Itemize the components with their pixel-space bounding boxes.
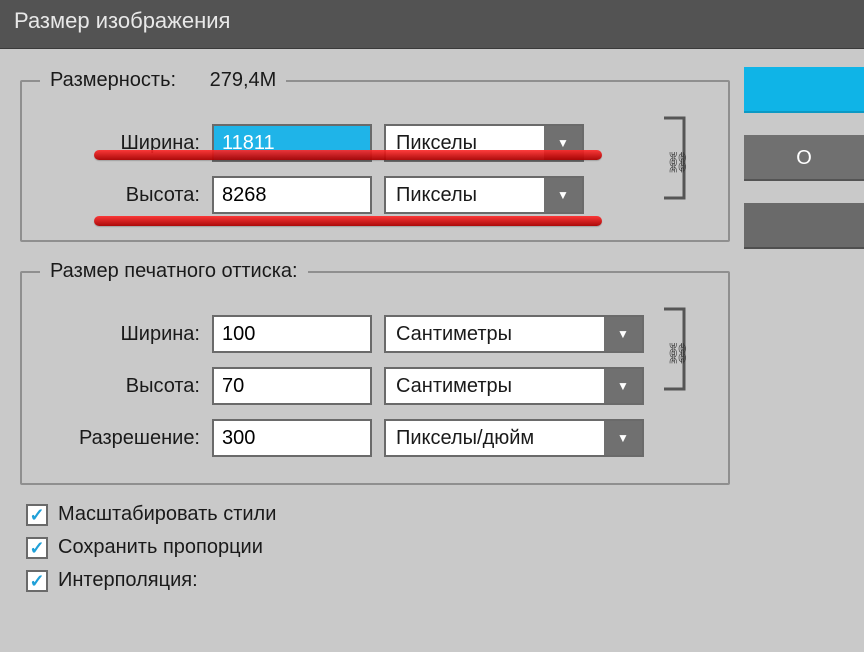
dialog-body: О Размерность: 279,4M Ширина: Пикселы ▼ … [0,49,864,652]
dialog-title: Размер изображения [0,0,864,49]
options-checks: Масштабировать стили Сохранить пропорции… [20,503,844,592]
dimensions-size-value: 279,4M [210,69,277,91]
interpolation-label: Интерполяция: [58,569,198,592]
print-width-unit-text: Сантиметры [386,317,604,351]
scale-styles-checkbox[interactable] [26,504,48,526]
auto-button[interactable] [744,203,864,249]
annotation-redline [94,150,602,160]
chevron-down-icon[interactable]: ▼ [604,369,642,403]
print-res-unit-dropdown[interactable]: Пикселы/дюйм ▼ [384,419,644,457]
print-res-unit-text: Пикселы/дюйм [386,421,604,455]
print-height-label: Высота: [40,375,200,398]
constrain-label: Сохранить пропорции [58,536,263,559]
link-icon[interactable]: ⛓ [664,339,692,367]
scale-styles-label: Масштабировать стили [58,503,276,526]
dimensions-group: Размерность: 279,4M Ширина: Пикселы ▼ Вы… [20,69,730,242]
print-width-label: Ширина: [40,323,200,346]
print-size-group: Размер печатного оттиска: Ширина: Сантим… [20,260,730,485]
constrain-row[interactable]: Сохранить пропорции [26,536,844,559]
dim-height-input[interactable] [212,176,372,214]
print-height-row: Высота: Сантиметры ▼ [40,367,710,405]
print-width-input[interactable] [212,315,372,353]
annotation-redline [94,216,602,226]
chevron-down-icon[interactable]: ▼ [544,178,582,212]
dim-height-label: Высота: [40,184,200,207]
cancel-button[interactable]: О [744,135,864,181]
print-res-input[interactable] [212,419,372,457]
print-res-row: Разрешение: Пикселы/дюйм ▼ [40,419,710,457]
dim-height-row: Высота: Пикселы ▼ [40,176,710,214]
dimensions-legend-label: Размерность: [50,69,176,91]
print-width-unit-dropdown[interactable]: Сантиметры ▼ [384,315,644,353]
print-height-unit-text: Сантиметры [386,369,604,403]
dim-height-unit-dropdown[interactable]: Пикселы ▼ [384,176,584,214]
constrain-checkbox[interactable] [26,537,48,559]
chevron-down-icon[interactable]: ▼ [604,317,642,351]
print-legend: Размер печатного оттиска: [40,260,308,283]
interpolation-checkbox[interactable] [26,570,48,592]
print-width-row: Ширина: Сантиметры ▼ [40,315,710,353]
print-height-input[interactable] [212,367,372,405]
print-height-unit-dropdown[interactable]: Сантиметры ▼ [384,367,644,405]
print-res-label: Разрешение: [40,427,200,450]
scale-styles-row[interactable]: Масштабировать стили [26,503,844,526]
interpolation-row[interactable]: Интерполяция: [26,569,844,592]
chevron-down-icon[interactable]: ▼ [604,421,642,455]
dimensions-legend: Размерность: 279,4M [40,69,286,92]
link-icon[interactable]: ⛓ [664,148,692,176]
dim-height-unit-text: Пикселы [386,178,544,212]
ok-button[interactable] [744,67,864,113]
button-strip: О [744,67,864,249]
